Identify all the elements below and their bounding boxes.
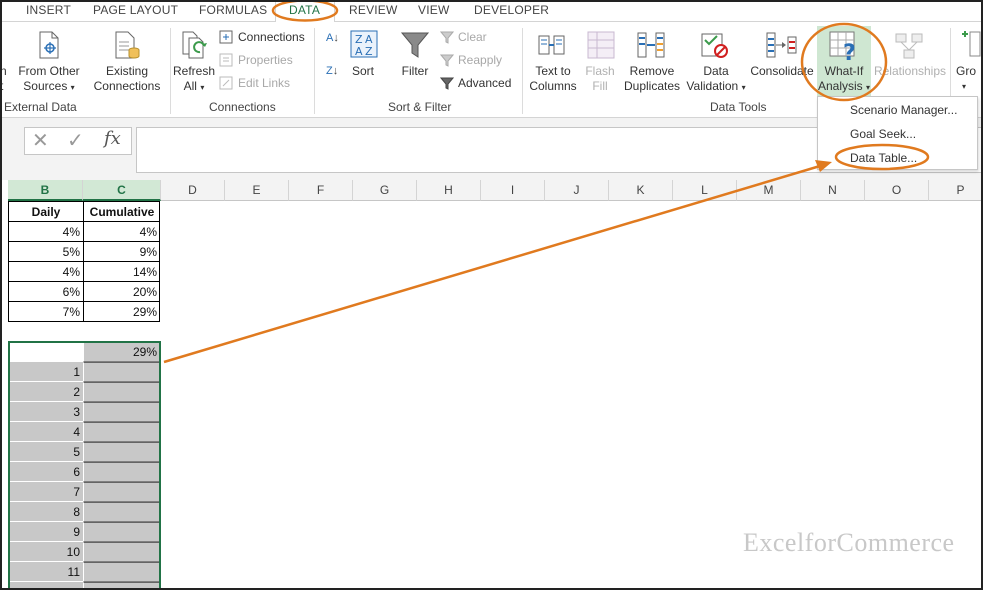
- annotation-ellipse-data-table: [834, 143, 930, 171]
- annotation-ellipse-data-tab: [271, 0, 339, 22]
- annotation-arrow-head: [815, 160, 832, 172]
- annotation-arrow-line: [163, 164, 821, 364]
- annotation-ellipse-whatif: [800, 22, 888, 102]
- watermark-logo: ExcelforCommerce: [743, 528, 955, 557]
- annotation-overlay: [163, 0, 930, 364]
